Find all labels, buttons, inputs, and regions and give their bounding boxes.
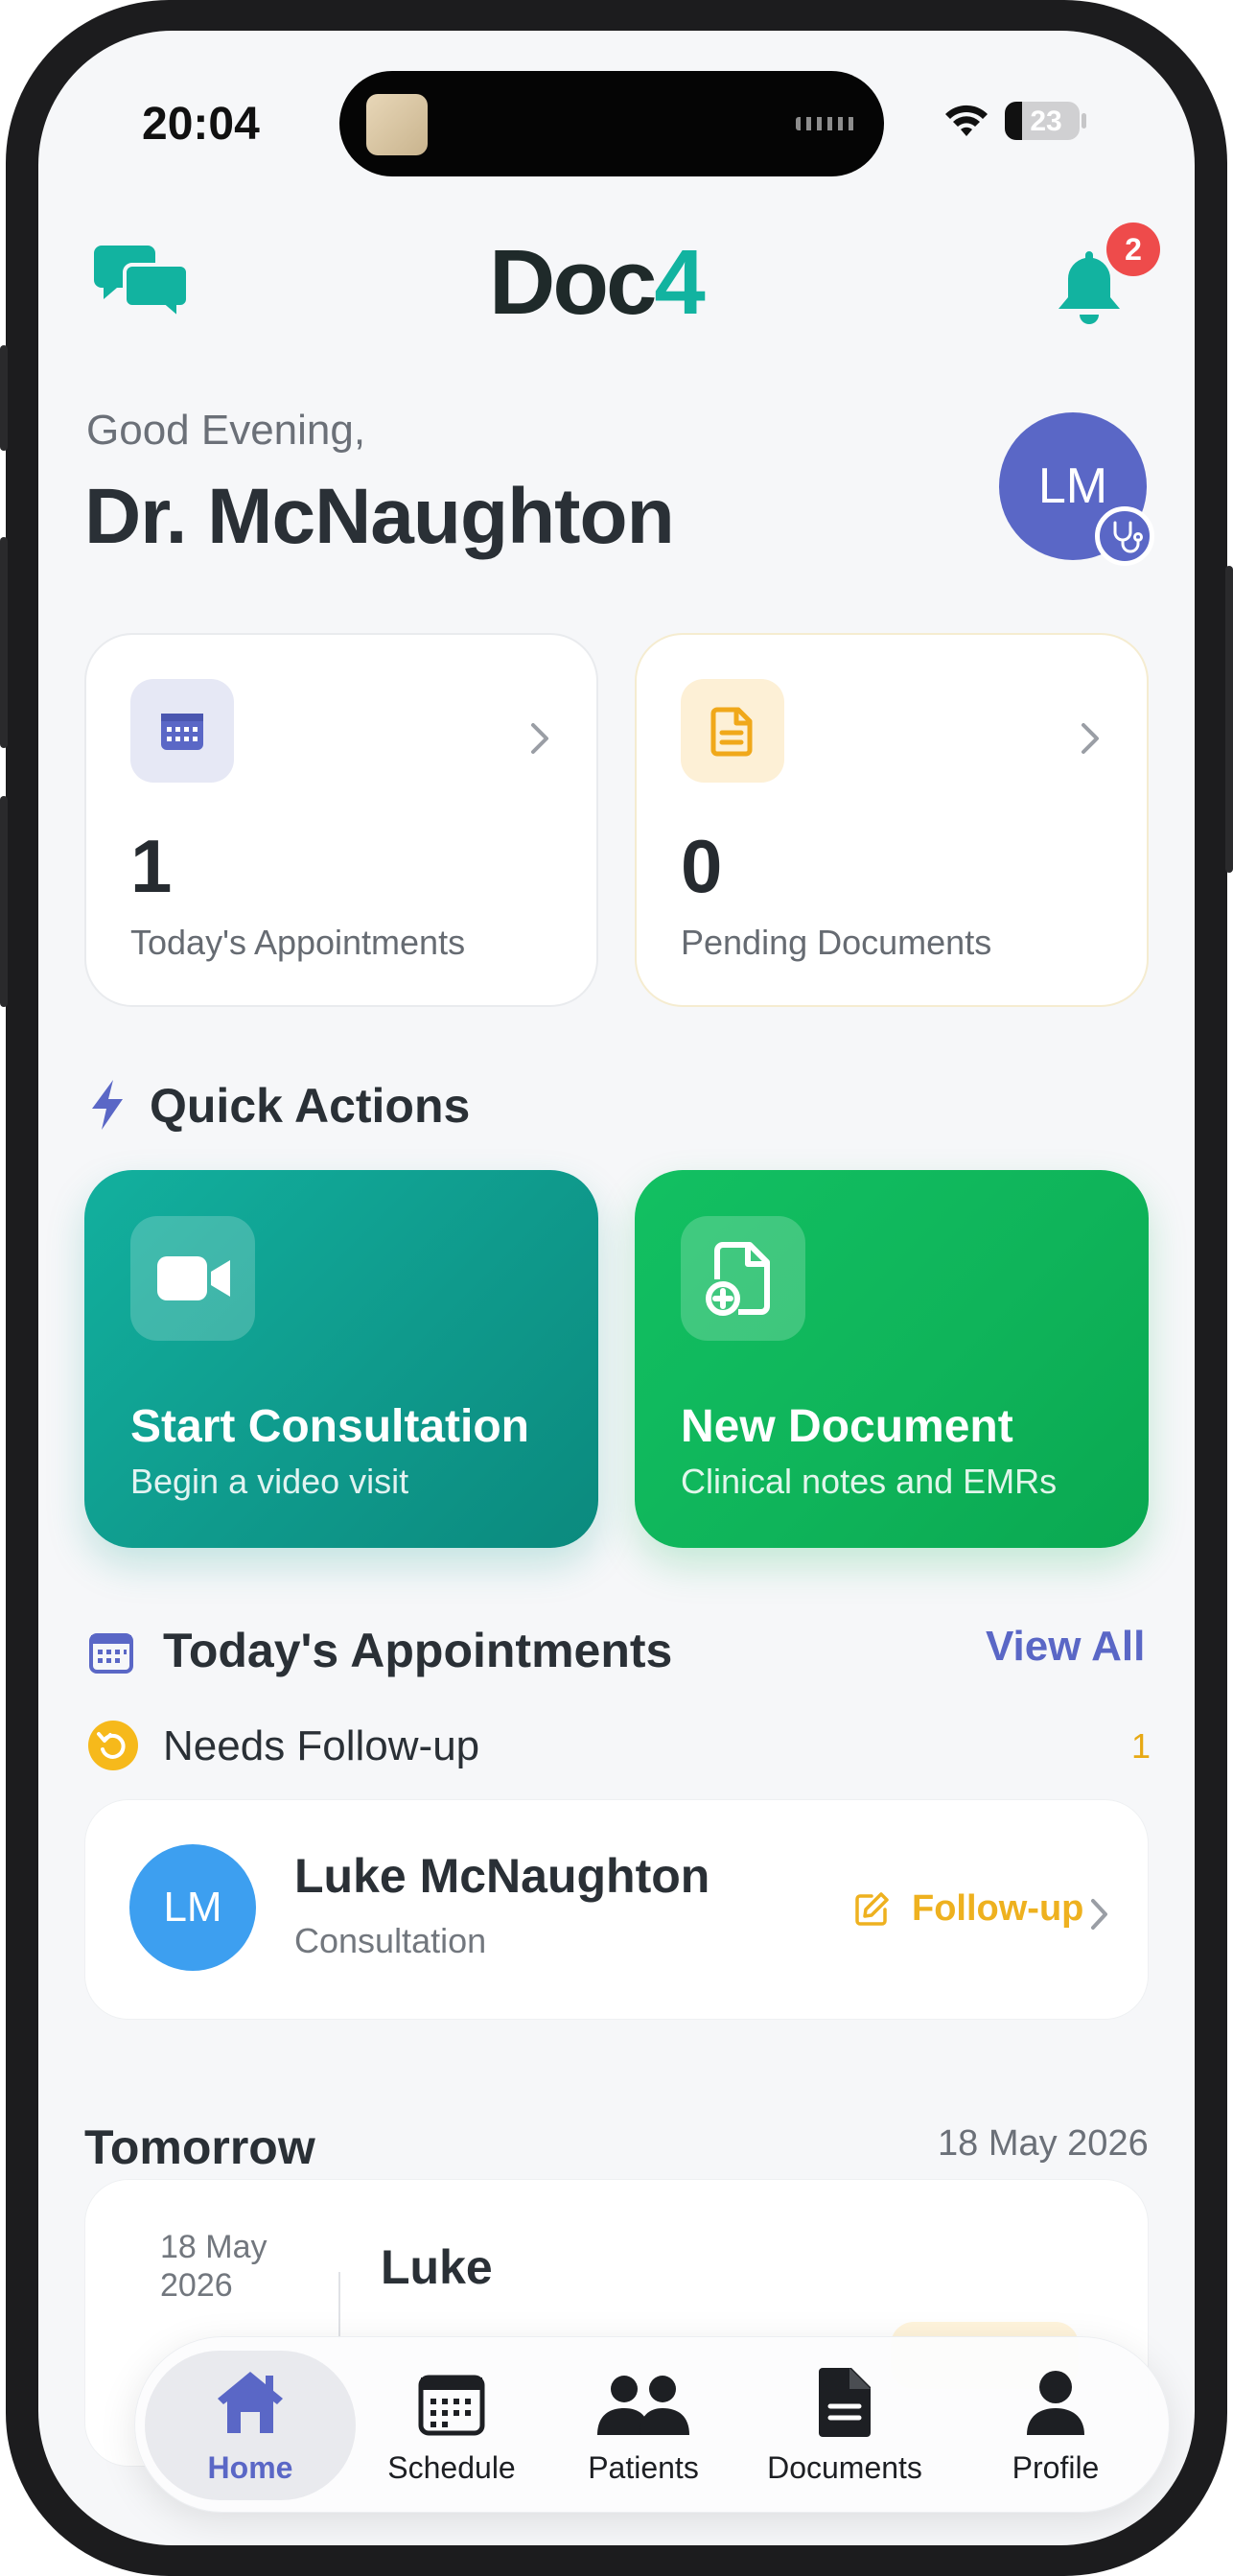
volume-up-button	[0, 537, 8, 748]
status-time: 20:04	[142, 99, 260, 150]
people-icon	[597, 2376, 689, 2435]
tab-label: Home	[207, 2450, 293, 2485]
power-button	[1225, 566, 1233, 873]
lightning-bolt-icon	[92, 1080, 123, 1130]
greeting-text: Good Evening,	[86, 407, 366, 454]
new-document-subtitle: Clinical notes and EMRs	[681, 1462, 1058, 1501]
chevron-right-icon	[531, 723, 548, 754]
tab-label: Patients	[588, 2450, 699, 2485]
tab-label: Schedule	[387, 2450, 516, 2485]
document-icon	[710, 707, 753, 757]
patient-name: Luke	[381, 2240, 493, 2294]
tab-schedule[interactable]: Schedule	[365, 2337, 538, 2514]
tab-home[interactable]: Home	[145, 2351, 356, 2500]
follow-up-icon	[88, 1721, 138, 1770]
notification-badge: 2	[1106, 222, 1160, 276]
appointment-date: 18 May 2026	[160, 2229, 268, 2304]
stat-icon-box	[681, 679, 784, 783]
qa-icon-box	[681, 1216, 805, 1341]
battery-icon: 23	[1005, 102, 1080, 140]
stethoscope-badge	[1095, 506, 1154, 566]
stethoscope-icon	[1113, 521, 1143, 553]
calendar-icon	[161, 714, 203, 750]
quick-actions-title: Quick Actions	[150, 1079, 471, 1133]
video-camera-icon	[157, 1256, 230, 1300]
pending-documents-label: Pending Documents	[681, 923, 992, 962]
audio-waveform-icon	[796, 117, 855, 130]
start-consultation-subtitle: Begin a video visit	[130, 1462, 409, 1501]
appointment-type: Consultation	[294, 1921, 487, 1960]
calendar-icon	[89, 1633, 133, 1674]
doctor-name: Dr. McNaughton	[84, 473, 675, 560]
refresh-icon	[97, 1732, 126, 1759]
stat-icon-box	[130, 679, 234, 783]
patient-avatar: LM	[129, 1844, 256, 1971]
needs-follow-up-title: Needs Follow-up	[163, 1722, 480, 1769]
document-icon	[819, 2368, 871, 2437]
tab-documents[interactable]: Documents	[749, 2337, 941, 2514]
pending-documents-count: 0	[681, 824, 723, 908]
view-all-link[interactable]: View All	[986, 1623, 1145, 1671]
appointments-label: Today's Appointments	[130, 923, 466, 962]
app-logo: Doc4	[489, 230, 706, 336]
chat-bubbles-icon[interactable]	[94, 242, 190, 322]
app-screen: 20:04 23 Doc4 2 Good Evening, Dr. McNaug…	[38, 31, 1195, 2545]
qa-icon-box	[130, 1216, 255, 1341]
battery-percentage: 23	[1030, 105, 1062, 137]
new-document-label: New Document	[681, 1401, 1013, 1452]
dynamic-island	[339, 71, 884, 176]
tomorrow-date: 18 May 2026	[938, 2123, 1149, 2164]
home-icon	[218, 2372, 283, 2433]
calendar-icon	[418, 2375, 485, 2436]
pending-documents-card[interactable]: 0 Pending Documents	[635, 633, 1149, 1007]
wifi-icon	[945, 105, 988, 136]
new-document-button[interactable]: New Document Clinical notes and EMRs	[635, 1170, 1149, 1548]
battery-cap	[1082, 113, 1086, 129]
logo-text: Doc	[489, 231, 657, 334]
tab-profile[interactable]: Profile	[960, 2337, 1152, 2514]
person-icon	[1027, 2371, 1084, 2435]
tomorrow-title: Tomorrow	[84, 2120, 315, 2174]
now-playing-thumbnail	[366, 94, 428, 155]
edit-icon	[855, 1892, 889, 1926]
document-add-icon	[706, 1242, 770, 1316]
chevron-right-icon	[1091, 1899, 1107, 1930]
volume-down-button	[0, 796, 8, 1007]
logo-accent: 4	[654, 231, 705, 334]
start-consultation-button[interactable]: Start Consultation Begin a video visit	[84, 1170, 598, 1548]
start-consultation-label: Start Consultation	[130, 1401, 529, 1452]
follow-up-count: 1	[1131, 1726, 1152, 1766]
action-button	[0, 345, 8, 451]
appointments-count: 1	[130, 824, 173, 908]
patient-name: Luke McNaughton	[294, 1849, 710, 1903]
follow-up-button[interactable]: Follow-up	[912, 1888, 1083, 1930]
tab-patients[interactable]: Patients	[557, 2337, 730, 2514]
chevron-right-icon	[1082, 723, 1099, 754]
tab-label: Profile	[1012, 2450, 1100, 2485]
appointment-card[interactable]: LM Luke McNaughton Consultation Follow-u…	[84, 1799, 1149, 2020]
tab-bar: Home Schedule Patients Documents Profile	[134, 2336, 1170, 2513]
todays-appointments-title: Today's Appointments	[163, 1624, 673, 1677]
tab-label: Documents	[767, 2450, 922, 2485]
card-divider	[338, 2272, 340, 2339]
todays-appointments-card[interactable]: 1 Today's Appointments	[84, 633, 598, 1007]
